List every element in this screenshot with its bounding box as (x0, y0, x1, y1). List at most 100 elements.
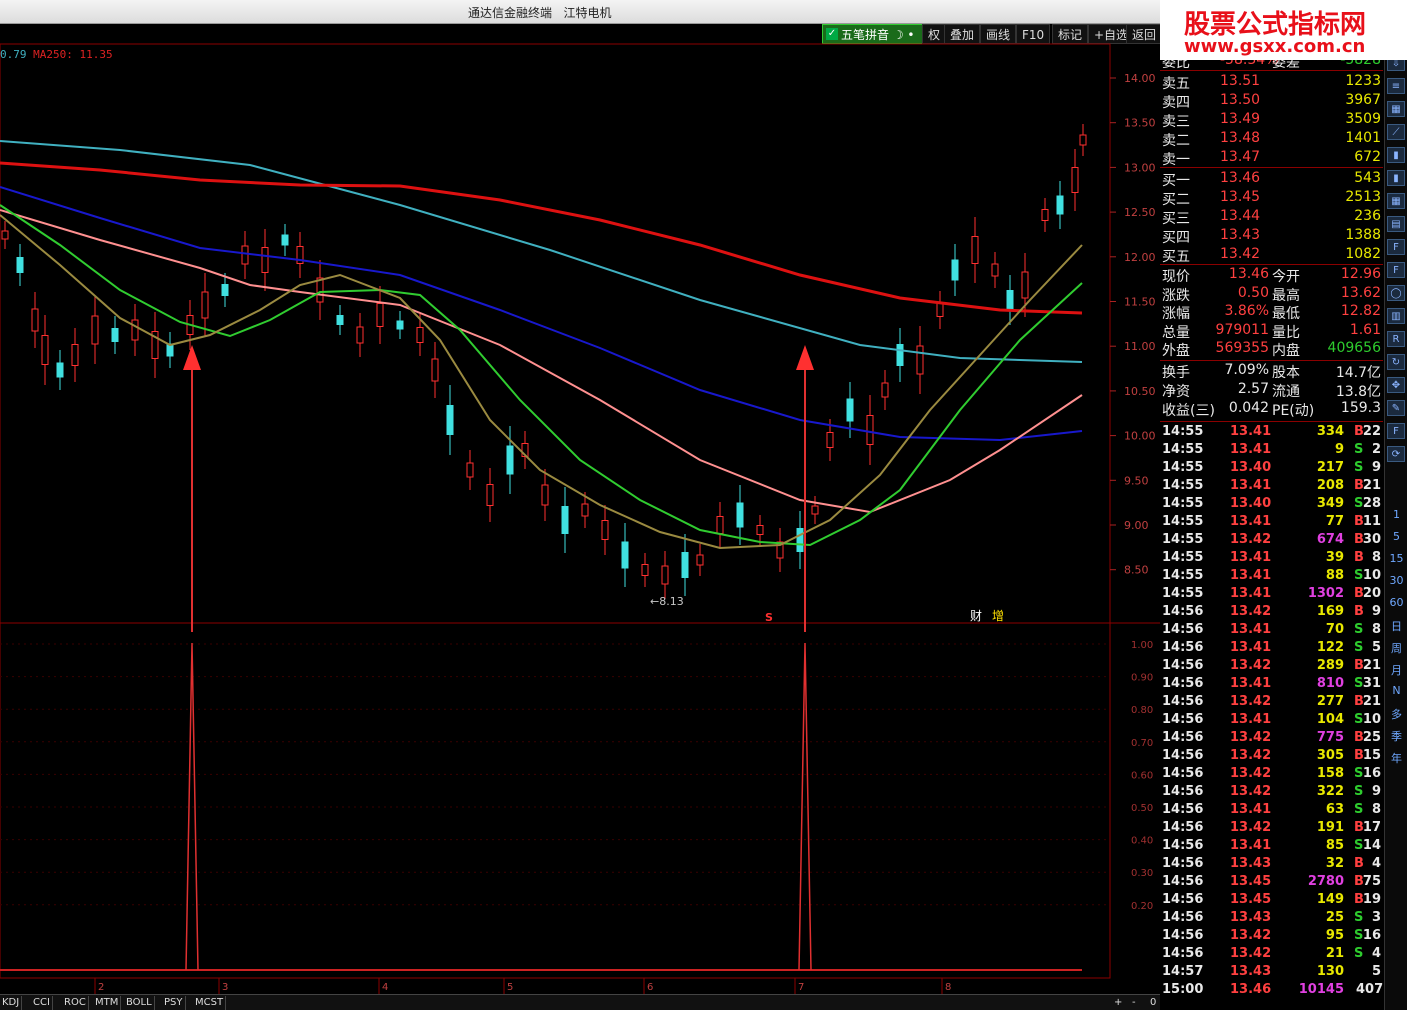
refresh-icon[interactable]: ⟳ (1387, 446, 1405, 462)
bid-volume: 1082 (1345, 246, 1381, 262)
quote-stat-row: 外盘 569355 内盘 409656 (1160, 340, 1383, 359)
ask-row: 卖四 13.50 3967 (1160, 92, 1383, 111)
zoom-control[interactable]: + (1112, 996, 1124, 1010)
ask-row: 卖二 13.48 1401 (1160, 130, 1383, 149)
tick-price: 13.43 (1230, 856, 1272, 871)
candle-body (1041, 209, 1049, 221)
candle2-icon[interactable]: ▮ (1387, 170, 1405, 186)
tick-count: 75 (1362, 874, 1381, 889)
candle-body (91, 315, 99, 345)
tick-volume: 149 (1316, 892, 1344, 907)
tick-count: 21 (1362, 478, 1381, 493)
tick-time: 14:55 (1162, 478, 1204, 493)
circle-icon[interactable]: ◯ (1387, 285, 1405, 301)
fs-icon[interactable]: F (1387, 423, 1405, 439)
tick-time: 14:56 (1162, 622, 1204, 637)
tick-volume: 39 (1325, 550, 1344, 565)
bid-volume: 2513 (1345, 189, 1381, 205)
tick-price: 13.42 (1230, 766, 1272, 781)
candle-body (281, 234, 289, 246)
period-15[interactable]: 15 (1385, 552, 1407, 565)
line-chart-icon[interactable]: ⟋ (1387, 124, 1405, 140)
tick-price: 13.41 (1230, 640, 1272, 655)
period-1[interactable]: 1 (1385, 508, 1407, 521)
candle-body (1071, 167, 1079, 193)
period-多[interactable]: 多 (1385, 706, 1407, 722)
quote-cell: 1.61 (1349, 321, 1381, 338)
tab-boll[interactable]: BOLL (124, 996, 155, 1010)
tick-time: 14:56 (1162, 676, 1204, 691)
candle-body (1021, 271, 1029, 299)
tick-volume: 2780 (1307, 874, 1344, 889)
tick-row: 14:55 13.41 334 B 22 (1160, 424, 1383, 442)
period-季[interactable]: 季 (1385, 728, 1407, 744)
candle-body (641, 564, 649, 576)
tick-row: 14:56 13.42 277 B 21 (1160, 694, 1383, 712)
tab-roc[interactable]: ROC (62, 996, 89, 1010)
tick-count: 8 (1371, 622, 1381, 637)
ask-row: 卖三 13.49 3509 (1160, 111, 1383, 130)
tick-price: 13.41 (1230, 622, 1272, 637)
tab-psy[interactable]: PSY (162, 996, 186, 1010)
bars-icon[interactable]: ▥ (1387, 308, 1405, 324)
tick-price: 13.41 (1230, 478, 1272, 493)
candle-body (756, 525, 764, 535)
tab-mtm[interactable]: MTM (93, 996, 122, 1010)
pen-icon[interactable]: ✎ (1387, 400, 1405, 416)
f10-icon[interactable]: F (1387, 239, 1405, 255)
zoom-control[interactable]: - (1130, 996, 1138, 1010)
tick-price: 13.42 (1230, 658, 1272, 673)
list-icon[interactable]: ≡ (1387, 78, 1405, 94)
candle-body (31, 308, 39, 332)
fund-icon[interactable]: F (1387, 262, 1405, 278)
tick-volume: 277 (1316, 694, 1344, 709)
candle-icon[interactable]: ▮ (1387, 147, 1405, 163)
ask-label: 卖二 (1162, 133, 1190, 149)
quote-cell: 14.7亿 (1335, 365, 1381, 381)
candle-body (261, 247, 269, 273)
tick-count: 20 (1362, 586, 1381, 601)
period-月[interactable]: 月 (1385, 662, 1407, 678)
tab-cci[interactable]: CCI (31, 996, 53, 1010)
quote-cell: 569355 (1215, 340, 1269, 356)
tick-price: 13.42 (1230, 532, 1272, 547)
tick-price: 13.43 (1230, 964, 1272, 979)
quote-stat-row: 换手 7.09% 股本 14.7亿 (1160, 362, 1383, 381)
axes: 14.00 13.50 13.00 12.50 12.00 11.50 11.00 10.50… (0, 72, 1156, 994)
candle-body (1079, 134, 1087, 146)
period-日[interactable]: 日 (1385, 618, 1407, 634)
tick-volume: 289 (1316, 658, 1344, 673)
tab-mcst[interactable]: MCST (193, 996, 227, 1010)
low-price-marker: ←8.13 (650, 595, 684, 608)
period-周[interactable]: 周 (1385, 640, 1407, 656)
kline-chart[interactable]: 14.00 13.50 13.00 12.50 12.00 11.50 11.00 10.50… (0, 0, 1160, 994)
zoom-control[interactable]: 0 (1148, 996, 1158, 1010)
tab-kdj[interactable]: KDJ (0, 996, 23, 1010)
tick-volume: 95 (1325, 928, 1344, 943)
bid-volume: 543 (1354, 170, 1381, 186)
tick-price: 13.42 (1230, 748, 1272, 763)
table-icon[interactable]: ▦ (1387, 101, 1405, 117)
tick-count: 5 (1371, 964, 1381, 979)
stats-icon[interactable]: ▤ (1387, 216, 1405, 232)
price-tick-label: 12.50 (1124, 206, 1156, 219)
candle-body (336, 315, 344, 325)
period-30[interactable]: 30 (1385, 574, 1407, 587)
bid-row: 买二 13.45 2513 (1160, 189, 1383, 208)
tick-time: 14:55 (1162, 532, 1204, 547)
period-60[interactable]: 60 (1385, 596, 1407, 609)
quote-cell: 外盘 (1162, 343, 1190, 359)
period-年[interactable]: 年 (1385, 750, 1407, 766)
rotate-icon[interactable]: ↻ (1387, 354, 1405, 370)
rsi-icon[interactable]: R (1387, 331, 1405, 347)
candle-body (506, 445, 514, 475)
period-N[interactable]: N (1385, 684, 1407, 697)
tick-price: 13.41 (1230, 802, 1272, 817)
bid-volume: 1388 (1345, 227, 1381, 243)
period-5[interactable]: 5 (1385, 530, 1407, 543)
tick-count: 8 (1371, 802, 1381, 817)
move-icon[interactable]: ✥ (1387, 377, 1405, 393)
candle-body (431, 358, 439, 382)
panel-divider (1160, 421, 1383, 422)
grid-icon[interactable]: ▦ (1387, 193, 1405, 209)
